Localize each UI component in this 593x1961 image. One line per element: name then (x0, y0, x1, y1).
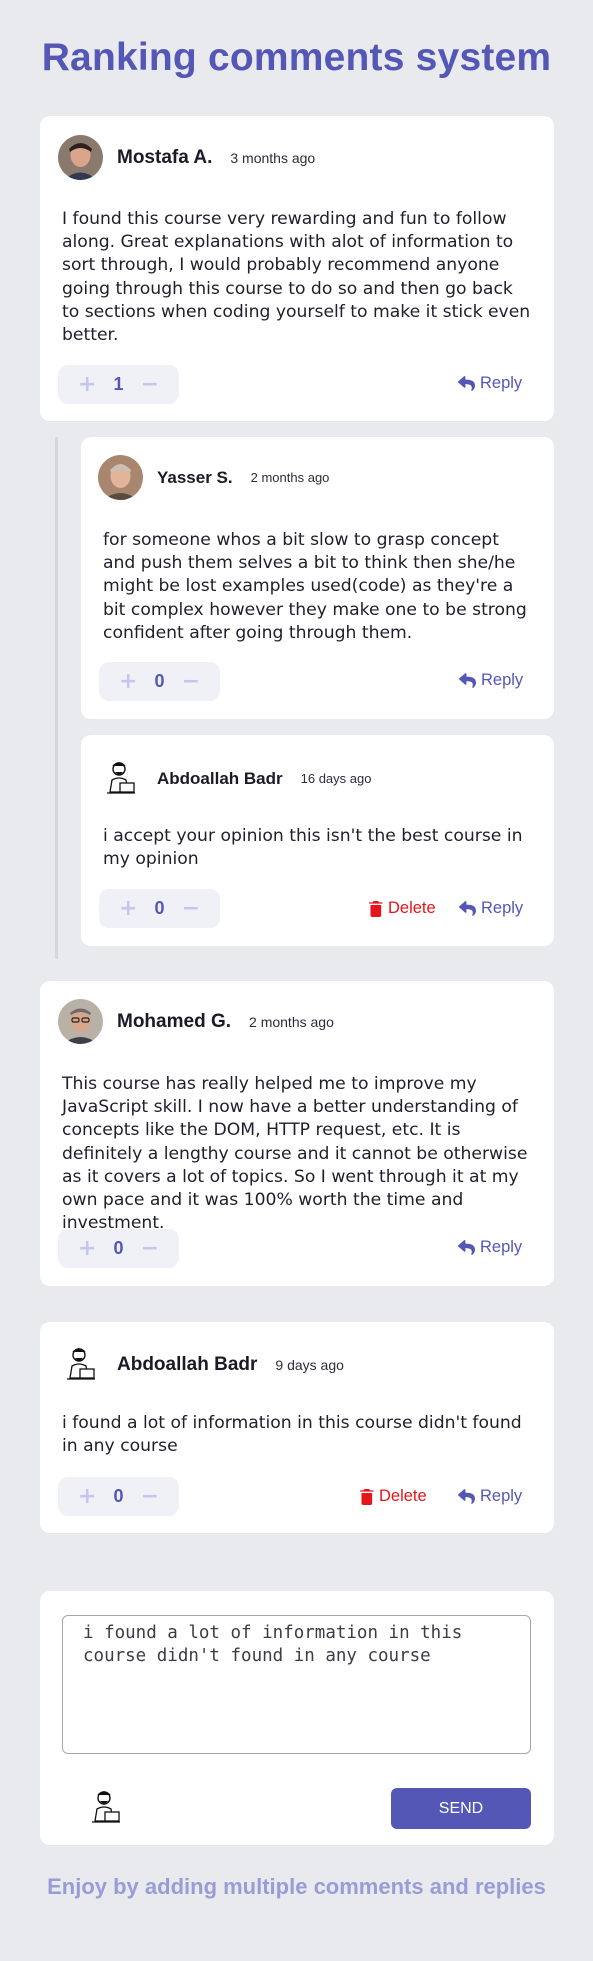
reply-button[interactable]: Reply (459, 671, 523, 690)
reply-card: Yasser S. 2 months ago for someone whos … (81, 437, 554, 719)
delete-button[interactable]: Delete (369, 899, 436, 918)
send-button[interactable]: SEND (391, 1788, 531, 1829)
reply-thread-line (55, 437, 58, 959)
reply-icon (459, 673, 476, 689)
vote-count: 0 (113, 1238, 124, 1258)
comment-timestamp: 16 days ago (300, 771, 372, 786)
reply-button[interactable]: Reply (458, 1487, 522, 1506)
plus-icon[interactable]: + (116, 669, 140, 694)
minus-icon[interactable]: − (179, 896, 203, 921)
vote-count: 0 (154, 898, 165, 918)
vote-count: 0 (154, 671, 165, 691)
minus-icon[interactable]: − (138, 1484, 162, 1509)
current-user-avatar (83, 1785, 128, 1830)
minus-icon[interactable]: − (179, 669, 203, 694)
delete-label: Delete (388, 899, 436, 917)
page-title: Ranking comments system (41, 36, 552, 79)
comment-text: for someone whos a bit slow to grasp con… (103, 530, 527, 643)
plus-icon[interactable]: + (75, 1236, 99, 1261)
avatar (58, 999, 103, 1044)
comment-text: i accept your opinion this isn't the bes… (103, 826, 523, 870)
reply-button[interactable]: Reply (458, 1238, 522, 1257)
plus-icon[interactable]: + (75, 1484, 99, 1509)
reply-icon (458, 1240, 475, 1256)
footer-text: Enjoy by adding multiple comments and re… (47, 1874, 546, 1899)
vote-control: + 0 − (99, 889, 220, 928)
comment-timestamp: 2 months ago (250, 470, 330, 485)
vote-control: + 0 − (99, 662, 220, 701)
comment-card: Mohamed G. 2 months ago This course has … (40, 981, 554, 1286)
minus-icon[interactable]: − (138, 1236, 162, 1261)
delete-label: Delete (379, 1487, 427, 1505)
minus-icon[interactable]: − (138, 372, 162, 397)
plus-icon[interactable]: + (116, 896, 140, 921)
plus-icon[interactable]: + (75, 372, 99, 397)
trash-icon (369, 901, 383, 917)
reply-label: Reply (481, 671, 524, 689)
comment-timestamp: 9 days ago (275, 1356, 344, 1373)
comment-card: Mostafa A. 3 months ago I found this cou… (40, 116, 554, 421)
comment-username: Abdoallah Badr (157, 768, 283, 788)
add-comment-form: i found a lot of information in this cou… (40, 1591, 554, 1845)
delete-button[interactable]: Delete (360, 1487, 427, 1506)
comment-username: Yasser S. (157, 467, 233, 487)
vote-count: 1 (113, 374, 124, 394)
reply-label: Reply (480, 374, 523, 392)
comment-username: Mostafa A. (117, 146, 213, 168)
reply-icon (458, 376, 475, 392)
reply-button[interactable]: Reply (459, 899, 523, 918)
reply-button[interactable]: Reply (458, 374, 522, 393)
trash-icon (360, 1489, 374, 1505)
reply-card: Abdoallah Badr 16 days ago i accept your… (81, 735, 554, 946)
avatar (98, 756, 143, 801)
reply-label: Reply (480, 1238, 523, 1256)
vote-control: + 0 − (58, 1229, 179, 1268)
comment-username: Abdoallah Badr (117, 1353, 258, 1375)
comment-text: i found a lot of information in this cou… (62, 1413, 522, 1457)
avatar (58, 135, 103, 180)
comment-text: I found this course very rewarding and f… (62, 209, 531, 346)
vote-control: + 0 − (58, 1477, 179, 1516)
reply-icon (458, 1489, 475, 1505)
comment-input[interactable]: i found a lot of information in this cou… (62, 1615, 531, 1754)
reply-label: Reply (481, 899, 524, 917)
comment-text: This course has really helped me to impr… (62, 1074, 528, 1234)
vote-control: + 1 − (58, 365, 179, 404)
avatar (58, 1342, 103, 1387)
comment-timestamp: 3 months ago (230, 149, 316, 166)
avatar (98, 455, 143, 500)
reply-label: Reply (480, 1487, 523, 1505)
comment-timestamp: 2 months ago (249, 1013, 334, 1030)
reply-icon (459, 901, 476, 917)
comment-username: Mohamed G. (117, 1010, 232, 1032)
comment-card: Abdoallah Badr 9 days ago i found a lot … (40, 1322, 554, 1533)
vote-count: 0 (113, 1486, 124, 1506)
